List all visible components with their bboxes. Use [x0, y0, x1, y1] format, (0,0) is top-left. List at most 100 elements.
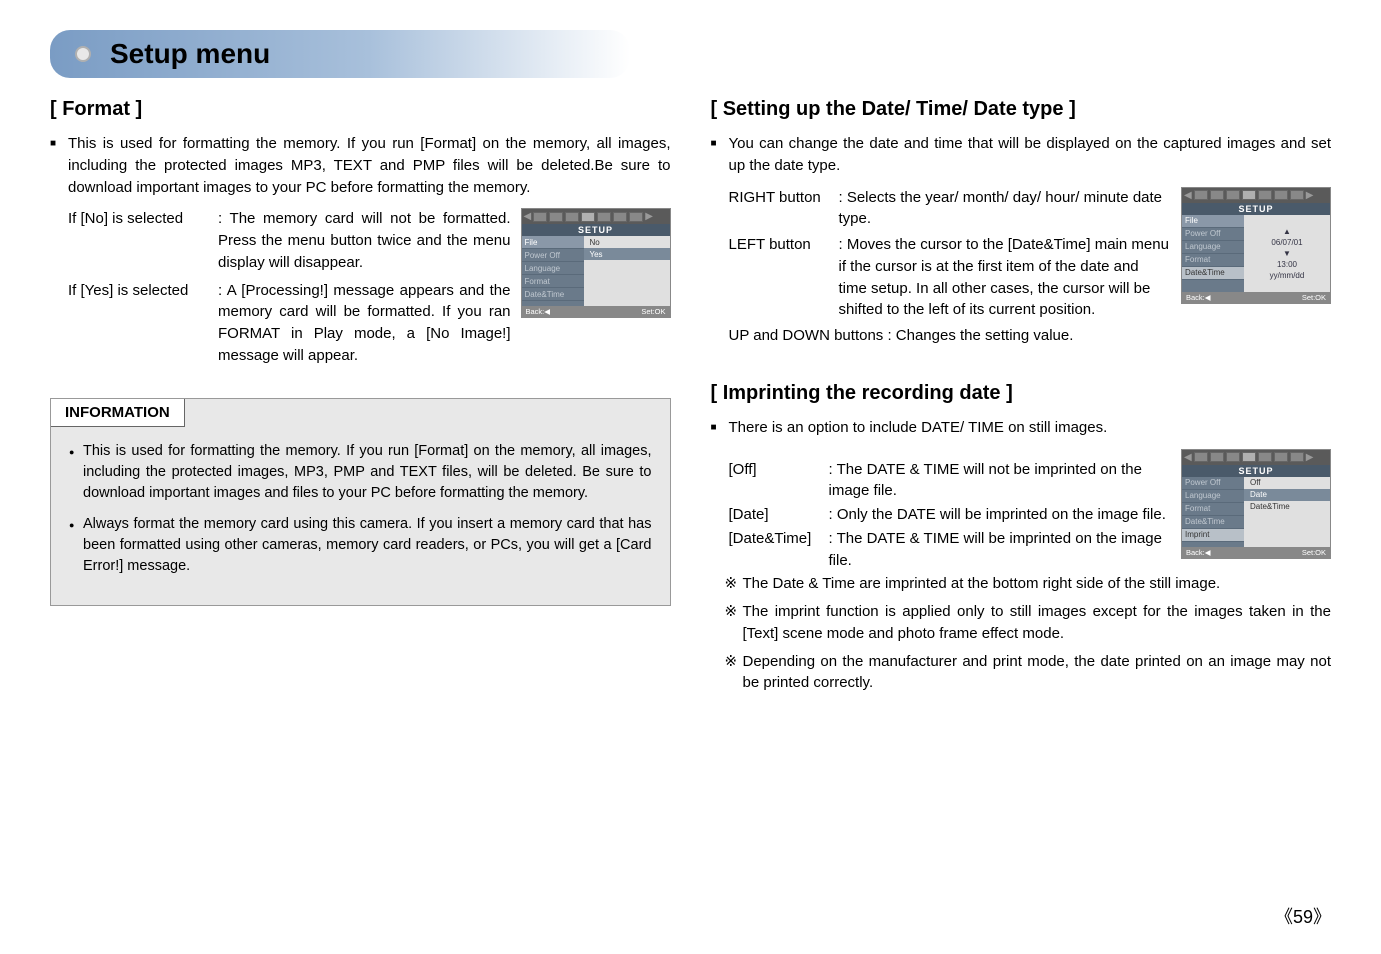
lcd2-up-arrow: ▲: [1248, 227, 1326, 236]
arrow-right-icon: ▶: [1306, 452, 1314, 463]
lcd1-options: No Yes: [584, 236, 670, 306]
lcd-tab-active: [581, 212, 595, 222]
lcd2-menu-poweroff: Power Off: [1182, 228, 1244, 241]
right-button-row: RIGHT button : Selects the year/ month/ …: [729, 187, 1172, 231]
page-header: Setup menu: [50, 30, 630, 78]
lcd3-opt-date: Date: [1244, 489, 1330, 501]
imprint-date-label: [Date]: [729, 504, 829, 526]
lcd1-menu: File Power Off Language Format Date&Time: [522, 236, 584, 306]
lcd1-menu-datetime: Date&Time: [522, 288, 584, 301]
lcd-tab: [1258, 190, 1272, 200]
page-title: Setup menu: [110, 38, 600, 70]
lcd1-menu-poweroff: Power Off: [522, 249, 584, 262]
lcd-tab: [565, 212, 579, 222]
lcd2-tabs: ◀ ▶: [1182, 188, 1330, 203]
lcd-tab: [1226, 190, 1240, 200]
lcd-tab: [629, 212, 643, 222]
lcd2-menu-datetime: Date&Time: [1182, 267, 1244, 280]
lcd-tab: [1290, 452, 1304, 462]
imprint-off-label: [Off]: [729, 459, 829, 503]
lcd-format-screenshot: ◀ ▶ SETUP File Power Off Language: [521, 208, 671, 318]
page-number: 《59》: [1275, 903, 1331, 929]
lcd3-setup-label: SETUP: [1182, 465, 1330, 477]
lcd3-menu: Power Off Language Format Date&Time Impr…: [1182, 477, 1244, 547]
option-no-label: If [No] is selected: [68, 208, 218, 273]
lcd-tab: [1274, 452, 1288, 462]
imprint-datetime-text: : The DATE & TIME will be imprinted on t…: [829, 528, 1172, 572]
arrow-left-icon: ◀: [1184, 190, 1192, 201]
lcd2-menu-file: File: [1182, 215, 1244, 228]
imprint-note-3: Depending on the manufacturer and print …: [711, 651, 1332, 695]
datetime-heading: [ Setting up the Date/ Time/ Date type ]: [711, 98, 1332, 121]
lcd1-opt-yes: Yes: [584, 248, 670, 260]
lcd1-back: Back:◀: [526, 307, 551, 316]
imprint-options-text: [Off] : The DATE & TIME will not be impr…: [711, 459, 1172, 574]
lcd1-body: File Power Off Language Format Date&Time…: [522, 236, 670, 306]
lcd2-setok: Set:OK: [1302, 293, 1326, 302]
lcd-tab: [1210, 452, 1224, 462]
option-no-row: If [No] is selected : The memory card wi…: [68, 208, 511, 273]
lcd3-menu-imprint: Imprint: [1182, 529, 1244, 542]
format-paragraph: This is used for formatting the memory. …: [50, 133, 671, 198]
imprint-off-row: [Off] : The DATE & TIME will not be impr…: [729, 459, 1172, 503]
right-column: [ Setting up the Date/ Time/ Date type ]…: [711, 98, 1332, 700]
imprint-off-text: : The DATE & TIME will not be imprinted …: [829, 459, 1172, 503]
option-yes-row: If [Yes] is selected : A [Processing!] m…: [68, 280, 511, 367]
arrow-right-icon: ▶: [1306, 190, 1314, 201]
lcd1-menu-format: Format: [522, 275, 584, 288]
lcd-tab: [1290, 190, 1304, 200]
lcd2-down-arrow: ▼: [1248, 249, 1326, 258]
option-yes-text: : A [Processing!] message appears and th…: [218, 280, 511, 367]
info-title-bar: INFORMATION: [51, 399, 670, 427]
imprint-note-1: The Date & Time are imprinted at the bot…: [711, 573, 1332, 595]
lcd1-tabs: ◀ ▶: [522, 209, 670, 224]
lcd-tab: [1194, 452, 1208, 462]
lcd3-menu-datetime: Date&Time: [1182, 516, 1244, 529]
lcd3-footer: Back:◀ Set:OK: [1182, 547, 1330, 558]
lcd2-date: 06/07/01: [1248, 238, 1326, 247]
lcd-tab-active: [1242, 452, 1256, 462]
format-heading: [ Format ]: [50, 98, 671, 121]
lcd3-opt-datetime: Date&Time: [1244, 501, 1330, 513]
content-columns: [ Format ] This is used for formatting t…: [50, 98, 1331, 700]
lcd-tab: [1274, 190, 1288, 200]
left-button-label: LEFT button: [729, 234, 839, 321]
left-column: [ Format ] This is used for formatting t…: [50, 98, 671, 700]
format-options-text: If [No] is selected : The memory card wi…: [50, 208, 511, 372]
lcd3-back: Back:◀: [1186, 548, 1211, 557]
lcd3-body: Power Off Language Format Date&Time Impr…: [1182, 477, 1330, 547]
lcd2-back: Back:◀: [1186, 293, 1211, 302]
imprint-datetime-row: [Date&Time] : The DATE & TIME will be im…: [729, 528, 1172, 572]
left-button-text: : Moves the cursor to the [Date&Time] ma…: [839, 234, 1172, 321]
lcd-tab: [1226, 452, 1240, 462]
imprint-options-wrap: [Off] : The DATE & TIME will not be impr…: [711, 449, 1332, 574]
info-item-1: This is used for formatting the memory. …: [69, 441, 652, 504]
right-button-text: : Selects the year/ month/ day/ hour/ mi…: [839, 187, 1172, 231]
imprint-heading: [ Imprinting the recording date ]: [711, 382, 1332, 405]
option-yes-label: If [Yes] is selected: [68, 280, 218, 367]
lcd2-format: yy/mm/dd: [1248, 271, 1326, 280]
lcd2-setup-label: SETUP: [1182, 203, 1330, 215]
lcd1-opt-no: No: [584, 236, 670, 248]
lcd-tab: [613, 212, 627, 222]
lcd3-menu-format: Format: [1182, 503, 1244, 516]
lcd-datetime-screenshot: ◀ ▶ SETUP File Power Off Language: [1181, 187, 1331, 304]
lcd-tab: [1258, 452, 1272, 462]
option-no-text: : The memory card will not be formatted.…: [218, 208, 511, 273]
lcd2-menu: File Power Off Language Format Date&Time: [1182, 215, 1244, 292]
arrow-right-icon: ▶: [645, 211, 653, 222]
lcd3-tabs: ◀ ▶: [1182, 450, 1330, 465]
information-box: INFORMATION This is used for formatting …: [50, 398, 671, 606]
info-item-2: Always format the memory card using this…: [69, 514, 652, 577]
info-title: INFORMATION: [51, 399, 185, 427]
lcd1-menu-file: File: [522, 236, 584, 249]
lcd1-menu-language: Language: [522, 262, 584, 275]
lcd3-options: Off Date Date&Time: [1244, 477, 1330, 547]
imprint-date-text: : Only the DATE will be imprinted on the…: [829, 504, 1172, 526]
lcd1-setok: Set:OK: [641, 307, 665, 316]
left-button-row: LEFT button : Moves the cursor to the [D…: [729, 234, 1172, 321]
arrow-left-icon: ◀: [524, 211, 532, 222]
format-options-wrap: If [No] is selected : The memory card wi…: [50, 208, 671, 372]
info-content: This is used for formatting the memory. …: [51, 427, 670, 605]
lcd2-footer: Back:◀ Set:OK: [1182, 292, 1330, 303]
